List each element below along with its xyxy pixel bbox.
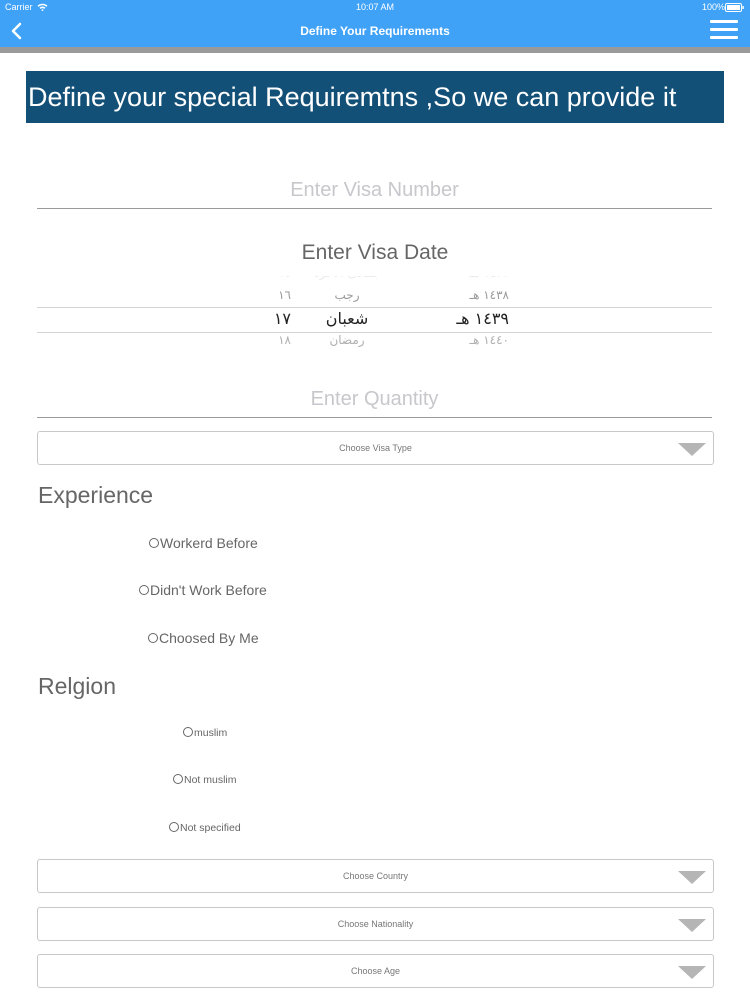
wifi-icon (37, 3, 48, 11)
country-dropdown[interactable]: Choose Country (37, 859, 714, 893)
nationality-dropdown[interactable]: Choose Nationality (37, 907, 714, 941)
battery-percent: 100% (702, 2, 726, 12)
religion-heading: Relgion (38, 673, 116, 699)
navigation-bar: Define Your Requirements (0, 15, 750, 47)
visa-type-label: Choose Visa Type (339, 443, 412, 453)
clock: 10:07 AM (356, 2, 395, 12)
radio-circle-icon (169, 821, 179, 832)
radio-choosed-by-me[interactable]: Choosed By Me (148, 630, 259, 646)
picker-row-faded: ١٤٣٧ هـ جمادى الآخرة ١٥ (37, 276, 712, 284)
radio-not-muslim[interactable]: Not muslim (173, 773, 237, 786)
picker-selection-line (37, 332, 712, 333)
radio-circle-icon (183, 726, 193, 737)
picker-row[interactable]: ١٤٤٠ هـ رمضان ١٨ (37, 333, 712, 355)
picker-selection-line (37, 307, 712, 308)
country-label: Choose Country (342, 871, 409, 881)
battery-icon (725, 3, 744, 12)
nationality-label: Choose Nationality (337, 919, 414, 929)
hamburger-menu-icon (710, 20, 738, 39)
age-dropdown[interactable]: Choose Age (37, 954, 714, 988)
experience-heading: Experience (38, 482, 154, 508)
quantity-input[interactable] (37, 381, 712, 418)
radio-not-specified[interactable]: Not specified (169, 821, 241, 834)
radio-didnt-work-before[interactable]: Didn't Work Before (139, 582, 267, 598)
visa-date-picker[interactable]: ١٤٣٧ هـ جمادى الآخرة ١٥ ١٤٣٨ هـ رجب ١٦ ١… (37, 276, 712, 358)
radio-worked-before[interactable]: Workerd Before (149, 535, 258, 551)
visa-type-dropdown[interactable]: Choose Visa Type (37, 431, 714, 465)
radio-muslim[interactable]: muslim (183, 726, 227, 739)
dropdown-arrow-icon (678, 966, 706, 979)
visa-number-input[interactable] (37, 172, 712, 209)
radio-circle-icon (139, 584, 149, 595)
dropdown-arrow-icon (678, 919, 706, 932)
radio-circle-icon (149, 537, 159, 548)
page-title: Define Your Requirements (300, 24, 450, 38)
visa-date-label: Enter Visa Date (301, 241, 449, 264)
dropdown-arrow-icon (678, 443, 706, 456)
status-bar: Carrier 10:07 AM 100% (0, 0, 750, 15)
picker-row-selected[interactable]: ١٤٣٩ هـ شعبان ١٧ (37, 309, 712, 331)
carrier-label: Carrier (5, 2, 33, 12)
radio-circle-icon (173, 773, 183, 784)
dropdown-arrow-icon (678, 871, 706, 884)
menu-button[interactable] (710, 20, 738, 42)
age-label: Choose Age (350, 966, 401, 976)
radio-circle-icon (148, 632, 158, 643)
nav-divider (0, 47, 750, 53)
requirements-banner: Define your special Requiremtns ,So we c… (26, 71, 724, 123)
